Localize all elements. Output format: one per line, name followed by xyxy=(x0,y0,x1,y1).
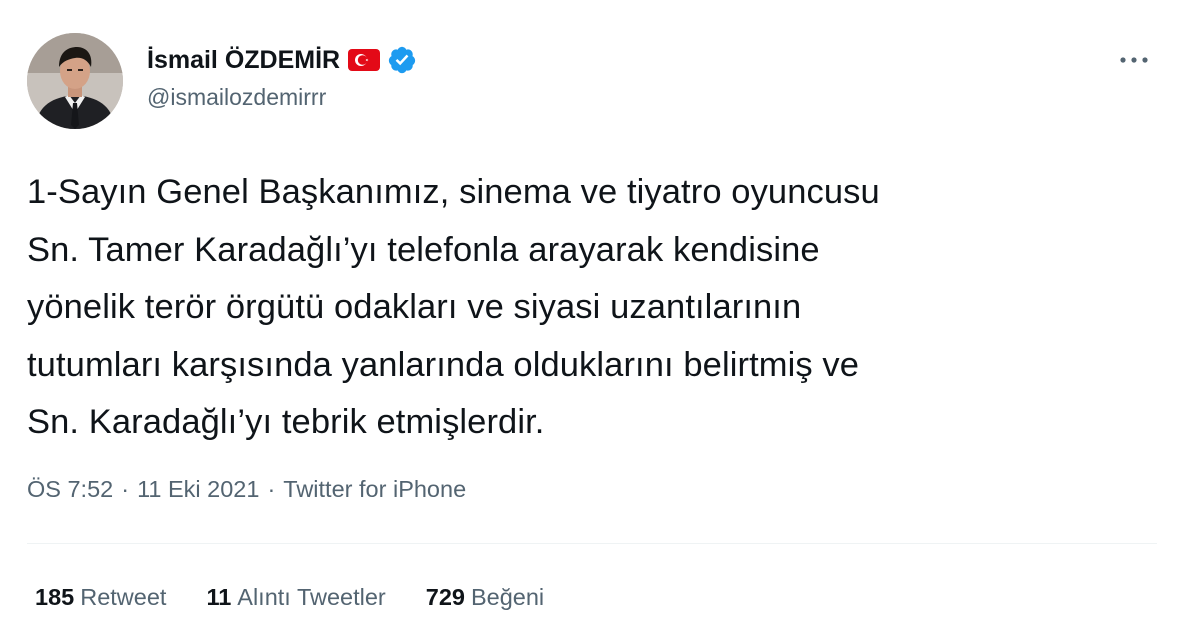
tweet-text-line: 1-Sayın Genel Başkanımız, sinema ve tiya… xyxy=(27,173,880,211)
author-name-row: İsmail ÖZDEMİR xyxy=(147,43,417,77)
tweet-metadata: ÖS 7:52 · 11 Eki 2021 · Twitter for iPho… xyxy=(27,476,466,503)
more-options-icon[interactable] xyxy=(1112,45,1156,75)
meta-separator: · xyxy=(121,476,130,502)
retweets-count: 185 xyxy=(35,584,75,610)
author-display-name[interactable]: İsmail ÖZDEMİR xyxy=(147,46,340,75)
tweet-time[interactable]: ÖS 7:52 xyxy=(27,476,113,503)
likes-label: Beğeni xyxy=(470,584,545,610)
likes-stat[interactable]: 729 Beğeni xyxy=(426,584,544,611)
turkey-flag-icon xyxy=(348,49,381,71)
likes-count: 729 xyxy=(425,584,465,610)
tweet-date[interactable]: 11 Eki 2021 xyxy=(137,476,259,503)
tweet-text-line: tutumları karşısında yanlarında olduklar… xyxy=(27,345,860,384)
verified-badge-icon xyxy=(387,45,417,75)
retweets-stat[interactable]: 185 Retweet xyxy=(35,584,166,611)
quote-tweets-label: Alıntı Tweetler xyxy=(237,584,386,610)
author-handle[interactable]: @ismailozdemirrr xyxy=(147,84,326,111)
tweet-text: 1-Sayın Genel Başkanımız, sinema ve tiya… xyxy=(27,164,1167,452)
tweet-card: İsmail ÖZDEMİR @ismailozdemirrr 1-Sayın … xyxy=(0,0,1194,628)
meta-separator: · xyxy=(267,476,276,502)
avatar-photo xyxy=(27,33,123,129)
tweet-text-line: yönelik terör örgütü odakları ve siyasi … xyxy=(27,288,802,326)
tweet-source[interactable]: Twitter for iPhone xyxy=(283,476,466,503)
tweet-text-line: Sn. Karadağlı’yı tebrik etmişlerdir. xyxy=(27,403,545,441)
avatar[interactable] xyxy=(27,33,123,129)
quote-tweets-count: 11 xyxy=(206,584,232,610)
tweet-stats: 185 Retweet 11 Alıntı Tweetler 729 Beğen… xyxy=(35,584,544,611)
tweet-text-line: Sn. Tamer Karadağlı’yı telefonla arayara… xyxy=(27,230,820,269)
divider xyxy=(27,543,1157,544)
retweets-label: Retweet xyxy=(80,584,167,610)
quote-tweets-stat[interactable]: 11 Alıntı Tweetler xyxy=(206,584,385,611)
